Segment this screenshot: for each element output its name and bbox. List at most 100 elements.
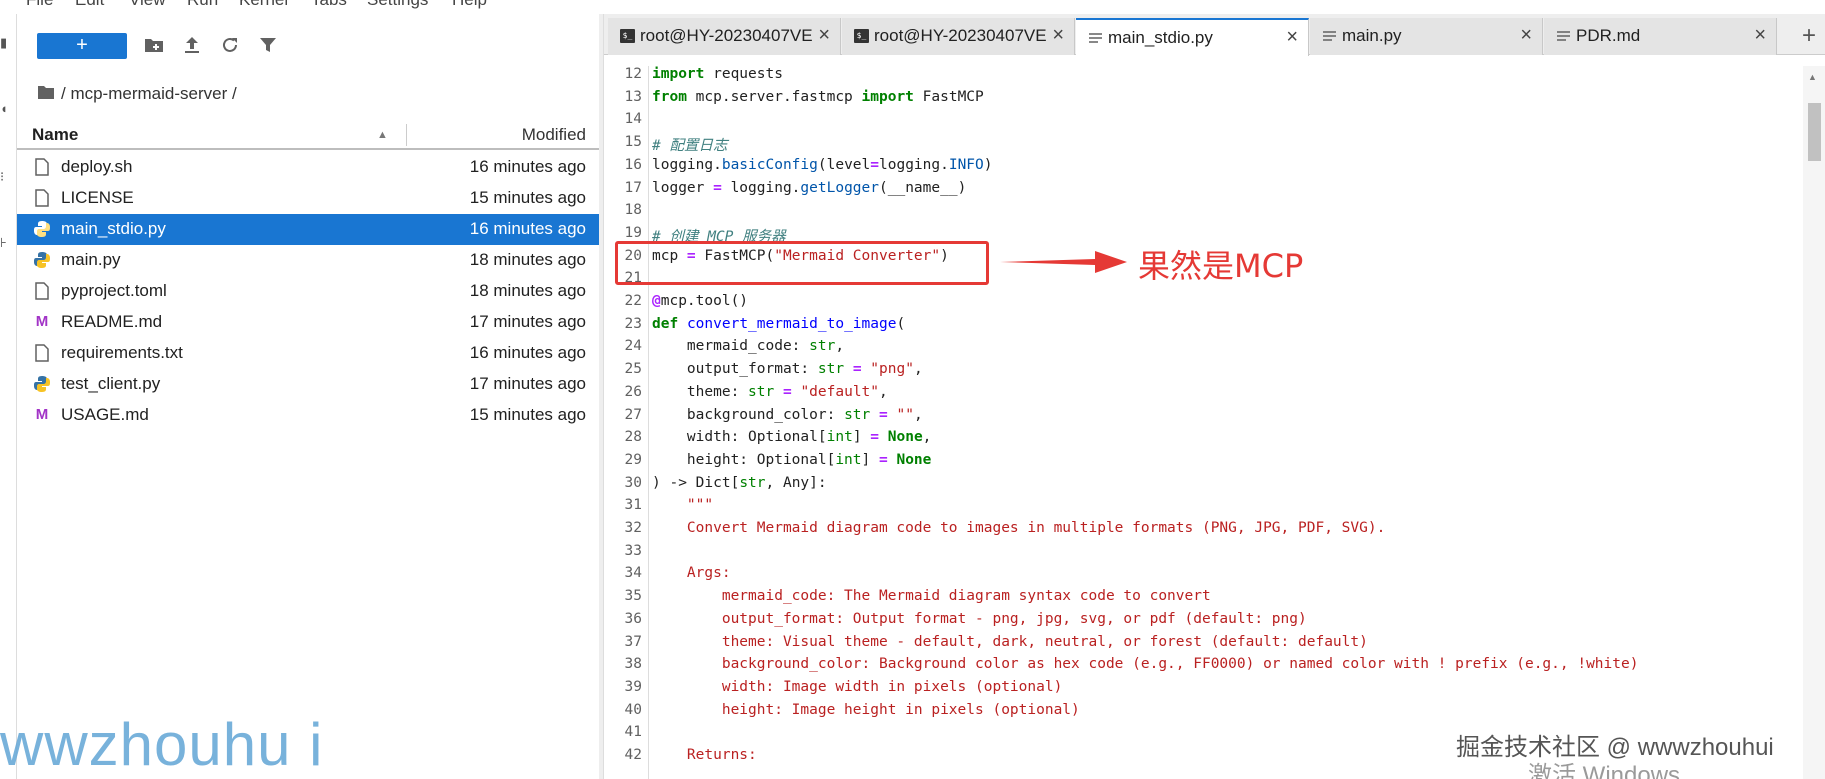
menu-view[interactable]: View <box>129 0 166 10</box>
menu-help[interactable]: Help <box>452 0 487 10</box>
menu-run[interactable]: Run <box>187 0 218 10</box>
code-text: ) -> Dict[str, Any]: <box>652 474 827 491</box>
file-name: USAGE.md <box>61 405 149 424</box>
line-number: 39 <box>624 678 642 695</box>
line-number: 30 <box>624 474 642 491</box>
code-line: 14 <box>604 111 1790 133</box>
scroll-up-icon[interactable]: ▲ <box>1808 72 1817 82</box>
folder-icon[interactable] <box>37 75 55 115</box>
code-line: 29 height: Optional[int] = None <box>604 452 1790 474</box>
tab-pdr-md[interactable]: PDR.md × <box>1544 18 1777 55</box>
terminal-icon: $_ <box>854 29 869 43</box>
file-name: main.py <box>61 250 121 269</box>
code-text: width: Image width in pixels (optional) <box>652 678 1063 695</box>
activity-sidebar: ▮ ◖ ⁝ ⊦ <box>0 14 16 779</box>
breadcrumb-path[interactable]: / mcp-mermaid-server / <box>61 84 237 103</box>
folder-tab-icon[interactable]: ▮ <box>0 36 9 50</box>
code-text: import requests <box>652 66 783 82</box>
close-icon[interactable]: × <box>1520 24 1532 47</box>
add-tab-button[interactable]: + <box>1794 22 1824 52</box>
menu-tabs[interactable]: Tabs <box>311 0 347 10</box>
column-modified-header[interactable]: Modified <box>522 125 586 145</box>
code-editor[interactable]: 12 import requests 13 from mcp.server.fast… <box>604 66 1790 779</box>
text-file-icon <box>1322 29 1337 43</box>
annotation-label: 果然是MCP <box>1138 247 1304 285</box>
line-number: 25 <box>624 361 642 378</box>
jupyterlab-window: File Edit View Run Kernel Tabs Settings … <box>0 0 1825 779</box>
line-number: 19 <box>624 224 642 241</box>
line-number: 28 <box>624 429 642 446</box>
file-name: test_client.py <box>61 374 161 393</box>
file-icon <box>33 189 51 207</box>
code-line: 27 background_color: str = "", <box>604 407 1790 429</box>
column-divider[interactable] <box>406 124 407 146</box>
text-file-icon <box>1088 31 1103 45</box>
file-row[interactable]: test_client.py 17 minutes ago <box>17 369 600 400</box>
breadcrumb: / mcp-mermaid-server / <box>37 74 237 114</box>
file-row[interactable]: pyproject.toml 18 minutes ago <box>17 276 600 307</box>
menu-bar: File Edit View Run Kernel Tabs Settings … <box>0 0 600 14</box>
code-line: 13 from mcp.server.fastmcp import FastMCP <box>604 89 1790 111</box>
code-line: 18 <box>604 202 1790 224</box>
file-icon <box>33 344 51 362</box>
annotation-highlight-box <box>615 241 989 285</box>
file-name: README.md <box>61 312 163 331</box>
filter-icon[interactable] <box>257 34 281 58</box>
code-line: 26 theme: str = "default", <box>604 384 1790 406</box>
menu-kernel[interactable]: Kernel <box>239 0 288 10</box>
code-text: background_color: Background color as he… <box>652 656 1639 673</box>
file-row[interactable]: M README.md 17 minutes ago <box>17 307 600 338</box>
code-text: Convert Mermaid diagram code to images i… <box>652 520 1386 536</box>
file-row[interactable]: LICENSE 15 minutes ago <box>17 183 600 214</box>
file-row[interactable]: main.py 18 minutes ago <box>17 245 600 276</box>
code-line: 31 """ <box>604 497 1790 519</box>
refresh-icon[interactable] <box>219 34 243 58</box>
tab-label: root@HY-20230407VE <box>640 26 813 45</box>
code-text: output_format: str = "png", <box>652 361 923 378</box>
sort-ascending-icon[interactable]: ▲ <box>377 129 388 141</box>
code-line: 23 def convert_mermaid_to_image( <box>604 316 1790 338</box>
menu-edit[interactable]: Edit <box>75 0 104 10</box>
file-row[interactable]: deploy.sh 16 minutes ago <box>17 152 600 183</box>
line-number: 37 <box>624 633 642 650</box>
file-name: main_stdio.py <box>61 219 166 238</box>
extension-icon[interactable]: ⊦ <box>0 236 9 250</box>
running-icon[interactable]: ◖ <box>0 102 9 116</box>
file-modified: 18 minutes ago <box>469 250 586 269</box>
code-text: """ <box>652 497 714 514</box>
terminal-icon: $_ <box>620 29 635 43</box>
line-number: 33 <box>624 542 642 559</box>
file-modified: 15 minutes ago <box>469 405 586 424</box>
tab-terminal-1[interactable]: $_ root@HY-20230407VE × <box>608 18 841 55</box>
line-number: 35 <box>624 588 642 605</box>
close-icon[interactable]: × <box>818 24 830 47</box>
file-modified: 16 minutes ago <box>469 157 586 176</box>
close-icon[interactable]: × <box>1286 26 1298 49</box>
menu-settings[interactable]: Settings <box>367 0 428 10</box>
tab-main-py[interactable]: main.py × <box>1310 18 1543 55</box>
column-name-header[interactable]: Name <box>32 125 78 145</box>
file-row[interactable]: M USAGE.md 15 minutes ago <box>17 400 600 431</box>
new-launcher-button[interactable]: + <box>37 33 127 59</box>
file-row-selected[interactable]: main_stdio.py 16 minutes ago <box>17 214 600 245</box>
editor-area: $_ root@HY-20230407VE × $_ root@HY-20230… <box>603 14 1825 779</box>
close-icon[interactable]: × <box>1754 24 1766 47</box>
menu-file[interactable]: File <box>26 0 53 10</box>
tab-main-stdio[interactable]: main_stdio.py × <box>1076 18 1309 56</box>
tab-bar: $_ root@HY-20230407VE × $_ root@HY-20230… <box>604 14 1825 56</box>
new-folder-icon[interactable] <box>143 34 167 58</box>
file-row[interactable]: requirements.txt 16 minutes ago <box>17 338 600 369</box>
python-icon <box>33 251 51 269</box>
code-text: from mcp.server.fastmcp import FastMCP <box>652 88 984 105</box>
close-icon[interactable]: × <box>1052 24 1064 47</box>
scrollbar-thumb[interactable] <box>1808 103 1821 161</box>
line-number: 29 <box>624 451 642 468</box>
code-line: 35 mermaid_code: The Mermaid diagram syn… <box>604 588 1790 610</box>
commands-icon[interactable]: ⁝ <box>0 170 9 184</box>
code-text: Returns: <box>652 747 757 763</box>
vertical-scrollbar[interactable]: ▲ <box>1803 66 1825 779</box>
annotation-arrow <box>1000 251 1127 273</box>
python-icon <box>33 375 51 393</box>
tab-terminal-2[interactable]: $_ root@HY-20230407VE × <box>842 18 1075 55</box>
upload-icon[interactable] <box>181 34 205 58</box>
